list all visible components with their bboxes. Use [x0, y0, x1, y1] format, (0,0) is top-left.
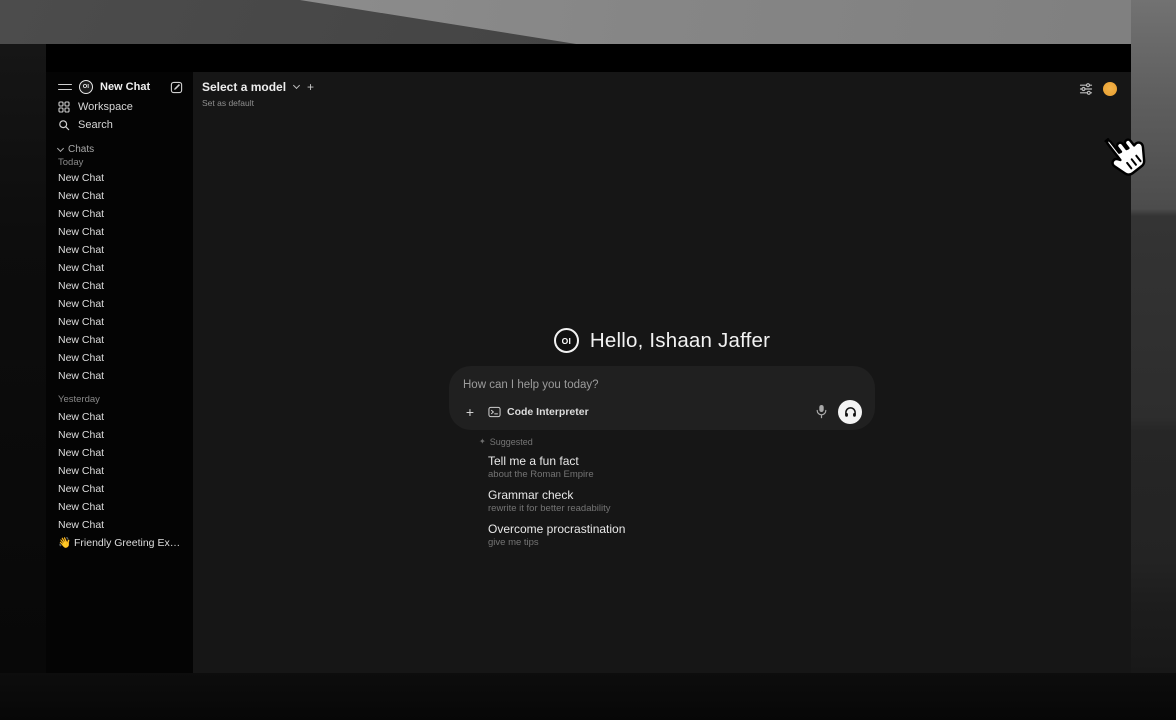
chat-list-item[interactable]: New Chat	[58, 169, 183, 187]
app-title-bar	[46, 44, 1131, 72]
chat-group-label-today: Today	[58, 156, 183, 169]
sidebar-nav: Workspace Search	[58, 98, 183, 134]
model-selector[interactable]: Select a model +	[202, 80, 314, 94]
chat-list-item[interactable]: New Chat	[58, 516, 183, 534]
chevron-down-icon	[57, 144, 64, 151]
sidebar-header: OI New Chat	[58, 78, 183, 96]
sidebar-item-search[interactable]: Search	[58, 116, 183, 134]
attach-plus-button[interactable]: +	[463, 405, 477, 419]
desktop-top-band	[0, 0, 1176, 44]
workspace-label: Workspace	[78, 101, 133, 113]
sidebar: OI New Chat Workspace	[46, 72, 193, 673]
greeting-text: Hello, Ishaan Jaffer	[590, 329, 770, 353]
new-chat-icon[interactable]	[170, 81, 183, 94]
chevron-down-icon	[293, 82, 300, 89]
chat-list-item[interactable]: New Chat	[58, 408, 183, 426]
chat-list-item[interactable]: New Chat	[58, 241, 183, 259]
search-icon	[58, 119, 70, 131]
suggested-label-row: ✦ Suggested	[479, 436, 875, 447]
chat-list-item[interactable]: New Chat	[58, 426, 183, 444]
desktop-dark-wedge	[0, 0, 1176, 44]
chat-list-item[interactable]: New Chat	[58, 367, 183, 385]
workspace-grid-icon	[58, 101, 70, 113]
chat-list-item[interactable]: New Chat	[58, 444, 183, 462]
suggested-prompt-title: Overcome procrastination	[488, 522, 875, 536]
microphone-icon[interactable]	[816, 404, 827, 419]
chats-section-toggle[interactable]: Chats	[58, 142, 183, 156]
sidebar-toggle-icon[interactable]	[58, 84, 72, 91]
headphones-icon	[844, 406, 857, 418]
model-selector-block: Select a model + Set as default	[202, 80, 314, 108]
chat-list-today: New ChatNew ChatNew ChatNew ChatNew Chat…	[58, 169, 183, 385]
voice-call-button[interactable]	[838, 400, 862, 424]
sidebar-item-workspace[interactable]: Workspace	[58, 98, 183, 116]
composer-controls: + Code Interpreter	[463, 400, 862, 423]
greeting-row: OI Hello, Ishaan Jaffer	[554, 328, 770, 353]
app-body: OI New Chat Workspace	[46, 72, 1131, 673]
suggested-prompt-subtitle: rewrite it for better readability	[488, 503, 875, 515]
message-composer[interactable]: + Code Interpreter	[449, 366, 875, 430]
suggested-prompts-list: Tell me a fun fact about the Roman Empir…	[479, 454, 875, 549]
chat-group-label-yesterday: Yesterday	[58, 393, 183, 406]
openwebui-logo: OI	[554, 328, 579, 353]
desktop-left-strip	[0, 44, 46, 673]
app-window: OI New Chat Workspace	[46, 44, 1131, 673]
chat-list-item[interactable]: New Chat	[58, 187, 183, 205]
openwebui-logo: OI	[79, 80, 93, 94]
sidebar-title: New Chat	[100, 81, 150, 93]
chat-list-item[interactable]: New Chat	[58, 277, 183, 295]
chat-list-yesterday: New ChatNew ChatNew ChatNew ChatNew Chat…	[58, 408, 183, 552]
chat-list-item[interactable]: New Chat	[58, 223, 183, 241]
user-avatar[interactable]	[1103, 82, 1117, 96]
screen: { "colors": { "avatar": "#e9a23a", "app_…	[0, 0, 1176, 720]
chat-list-item[interactable]: New Chat	[58, 498, 183, 516]
chat-list-item[interactable]: New Chat	[58, 349, 183, 367]
chat-list-item[interactable]: 👋 Friendly Greeting Exchange	[58, 534, 183, 552]
code-interpreter-label: Code Interpreter	[507, 406, 589, 418]
message-input[interactable]	[463, 378, 862, 393]
controls-sliders-icon[interactable]	[1079, 82, 1093, 96]
main-area: Select a model + Set as default	[193, 72, 1131, 673]
header-right-controls	[1079, 80, 1117, 96]
chat-list-item[interactable]: New Chat	[58, 331, 183, 349]
suggested-prompt-subtitle: give me tips	[488, 537, 875, 549]
suggested-prompt-title: Grammar check	[488, 488, 875, 502]
chat-list-item[interactable]: New Chat	[58, 480, 183, 498]
desktop-right-strip	[1131, 0, 1176, 720]
hero-section: OI Hello, Ishaan Jaffer + Code Interpret…	[447, 328, 877, 549]
suggested-prompt-title: Tell me a fun fact	[488, 454, 875, 468]
set-as-default-button[interactable]: Set as default	[202, 98, 314, 108]
suggested-prompt[interactable]: Grammar check rewrite it for better read…	[479, 488, 875, 515]
model-selector-label: Select a model	[202, 80, 286, 94]
suggested-section: ✦ Suggested Tell me a fun fact about the…	[449, 436, 875, 549]
suggested-prompt[interactable]: Tell me a fun fact about the Roman Empir…	[479, 454, 875, 481]
add-model-button[interactable]: +	[307, 82, 314, 92]
chat-list-item[interactable]: New Chat	[58, 462, 183, 480]
chat-list-item[interactable]: New Chat	[58, 259, 183, 277]
code-interpreter-toggle[interactable]: Code Interpreter	[488, 406, 589, 418]
chat-list-item[interactable]: New Chat	[58, 295, 183, 313]
suggested-prompt[interactable]: Overcome procrastination give me tips	[479, 522, 875, 549]
suggested-label: Suggested	[490, 437, 533, 447]
chat-list-item[interactable]: New Chat	[58, 205, 183, 223]
main-header: Select a model + Set as default	[193, 72, 1131, 124]
desktop-bottom-strip	[0, 673, 1176, 720]
chat-list-item[interactable]: New Chat	[58, 313, 183, 331]
suggested-prompt-subtitle: about the Roman Empire	[488, 469, 875, 481]
terminal-icon	[488, 406, 501, 418]
chats-section-label: Chats	[68, 144, 94, 155]
search-label: Search	[78, 119, 113, 131]
sparkle-icon: ✦	[479, 438, 486, 446]
